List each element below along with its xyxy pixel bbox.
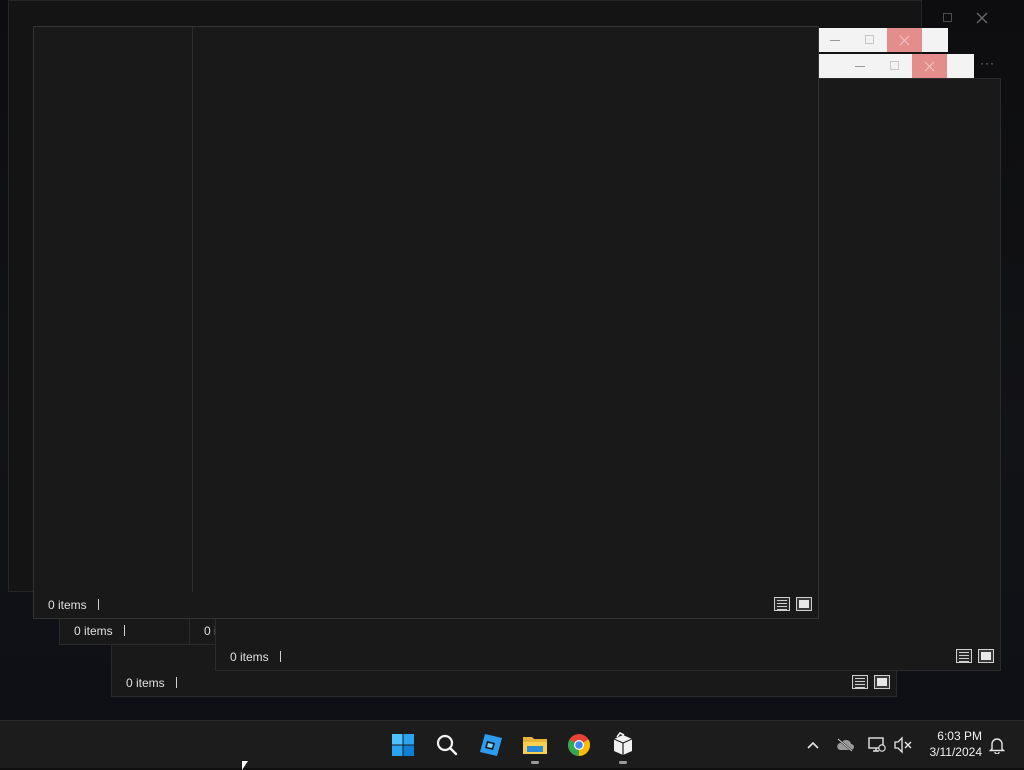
network-disconnected-icon[interactable]: [867, 735, 887, 755]
running-indicator: [619, 761, 627, 764]
view-buttons: [852, 675, 890, 689]
status-bar: 0 items: [216, 644, 1000, 670]
close-icon[interactable]: [887, 28, 922, 52]
background-window-controls: [930, 6, 1000, 30]
box-icon[interactable]: [607, 729, 639, 764]
clock[interactable]: 6:03 PM 3/11/2024: [930, 728, 983, 760]
large-icons-view-icon[interactable]: [874, 675, 890, 689]
large-icons-view-icon[interactable]: [796, 597, 812, 611]
close-icon[interactable]: [912, 54, 947, 78]
view-buttons: [956, 649, 994, 663]
clock-date: 3/11/2024: [929, 745, 983, 759]
more-icon[interactable]: ···: [980, 56, 995, 70]
desktop: 0 items 0 items 0 i 0 items ··· 0 items: [0, 0, 1024, 720]
running-indicator: [531, 761, 539, 764]
mouse-cursor: [242, 761, 248, 770]
roblox-studio-icon[interactable]: [475, 729, 507, 761]
status-bar: 0 items: [112, 670, 896, 696]
item-count: 0 items: [48, 598, 99, 612]
navigation-pane: [34, 27, 192, 592]
explorer-window-active[interactable]: 0 items: [33, 26, 819, 619]
maximize-icon[interactable]: [852, 28, 887, 52]
clock-time: 6:03 PM: [937, 729, 982, 743]
status-bar: 0 items: [34, 592, 818, 618]
item-count: 0 items: [74, 624, 125, 638]
file-list[interactable]: [193, 27, 818, 592]
search-icon[interactable]: [431, 729, 463, 761]
notification-bell-icon[interactable]: [987, 735, 1007, 755]
window-controls: [817, 28, 922, 52]
details-view-icon[interactable]: [956, 649, 972, 663]
item-count: 0 items: [230, 650, 281, 664]
taskbar: 6:03 PM 3/11/2024: [0, 720, 1024, 768]
maximize-icon[interactable]: [930, 6, 965, 30]
item-count: 0 items: [126, 676, 177, 690]
folder-icon[interactable]: [519, 729, 551, 764]
close-icon[interactable]: [965, 6, 1000, 30]
details-view-icon[interactable]: [774, 597, 790, 611]
details-view-icon[interactable]: [852, 675, 868, 689]
windows-logo-icon[interactable]: [387, 729, 419, 761]
chrome-icon[interactable]: [563, 729, 595, 761]
onedrive-offline-icon[interactable]: [835, 735, 855, 755]
chevron-up-icon[interactable]: [803, 735, 823, 755]
window-controls: [842, 54, 947, 78]
view-buttons: [774, 597, 812, 611]
maximize-icon[interactable]: [877, 54, 912, 78]
volume-muted-icon[interactable]: [893, 735, 913, 755]
minimize-icon[interactable]: [842, 54, 877, 78]
minimize-icon[interactable]: [817, 28, 852, 52]
large-icons-view-icon[interactable]: [978, 649, 994, 663]
